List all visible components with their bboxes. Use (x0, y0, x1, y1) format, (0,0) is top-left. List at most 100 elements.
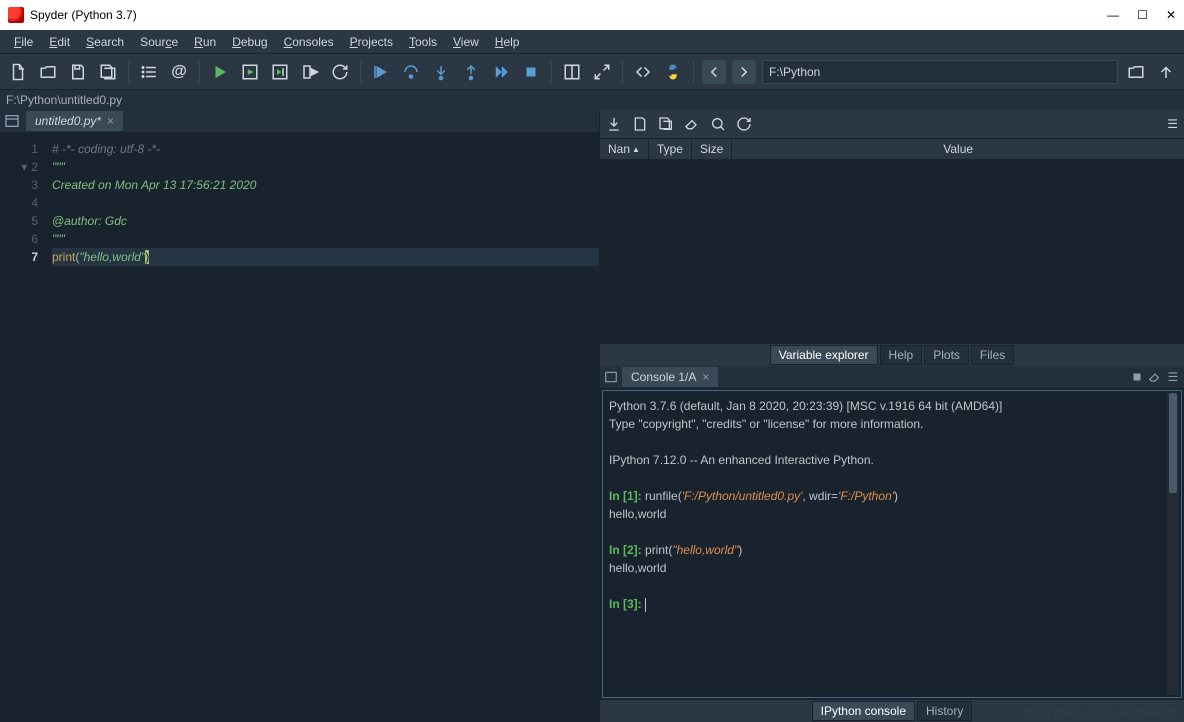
console-scrollbar[interactable] (1167, 393, 1179, 695)
menu-edit[interactable]: Edit (43, 33, 76, 51)
code-line: """ (52, 158, 599, 176)
open-file-icon[interactable] (36, 60, 60, 84)
tab-help[interactable]: Help (880, 345, 923, 365)
menu-view[interactable]: View (447, 33, 485, 51)
maximize-pane-icon[interactable] (590, 60, 614, 84)
stop-debug-icon[interactable] (519, 60, 543, 84)
run-cell-advance-icon[interactable] (268, 60, 292, 84)
col-type[interactable]: Type (649, 139, 692, 159)
menu-projects[interactable]: Projects (344, 33, 399, 51)
code-line: @author: Gdc (52, 212, 599, 230)
options-icon[interactable]: ☰ (1167, 117, 1178, 131)
stop-console-icon[interactable] (1130, 370, 1144, 384)
console-output: hello,world (609, 505, 1175, 523)
run-icon[interactable] (208, 60, 232, 84)
step-into-icon[interactable] (429, 60, 453, 84)
step-over-icon[interactable] (399, 60, 423, 84)
clear-console-icon[interactable] (1148, 370, 1162, 384)
code-line: Created on Mon Apr 13 17:56:21 2020 (52, 176, 599, 194)
code-line: # -*- coding: utf-8 -*- (52, 140, 599, 158)
line-number: ▾2 (0, 158, 38, 176)
scrollbar-thumb[interactable] (1169, 393, 1177, 493)
refresh-icon[interactable] (736, 116, 752, 132)
editor-tab[interactable]: untitled0.py* × (26, 111, 123, 131)
continue-icon[interactable] (489, 60, 513, 84)
col-value[interactable]: Value (732, 139, 1184, 159)
menu-consoles[interactable]: Consoles (278, 33, 340, 51)
run-selection-icon[interactable] (298, 60, 322, 84)
right-panes: ☰ Nan▲ Type Size Value Variable explorer… (600, 110, 1184, 722)
cell-icon[interactable]: @ (167, 60, 191, 84)
console-banner: IPython 7.12.0 -- An enhanced Interactiv… (609, 451, 1175, 469)
tab-plots[interactable]: Plots (924, 345, 969, 365)
breadcrumb-path[interactable]: F:\Python\untitled0.py (6, 93, 122, 107)
line-number: 4 (0, 194, 38, 212)
menu-help[interactable]: Help (489, 33, 526, 51)
window-controls: — ☐ ✕ (1107, 8, 1176, 22)
run-cell-icon[interactable] (238, 60, 262, 84)
console-banner: Python 3.7.6 (default, Jan 8 2020, 20:23… (609, 397, 1175, 415)
import-data-icon[interactable] (606, 116, 622, 132)
breadcrumb: F:\Python\untitled0.py (0, 90, 1184, 110)
console-tabbar: Console 1/A × ☰ (600, 366, 1184, 388)
title-bar: Spyder (Python 3.7) — ☐ ✕ (0, 0, 1184, 30)
console-line: In [1]: runfile('F:/Python/untitled0.py'… (609, 487, 1175, 505)
parent-dir-icon[interactable] (1154, 60, 1178, 84)
menu-source[interactable]: Source (134, 33, 184, 51)
app-icon (8, 7, 24, 23)
close-tab-icon[interactable]: × (107, 114, 114, 128)
python-path-icon[interactable] (661, 60, 685, 84)
tab-history[interactable]: History (917, 701, 972, 721)
debug-icon[interactable] (369, 60, 393, 84)
erase-icon[interactable] (684, 116, 700, 132)
preferences-icon[interactable] (631, 60, 655, 84)
col-name[interactable]: Nan▲ (600, 139, 649, 159)
menu-tools[interactable]: Tools (403, 33, 443, 51)
save-icon[interactable] (66, 60, 90, 84)
save-as-icon[interactable] (658, 116, 674, 132)
forward-icon[interactable] (732, 60, 756, 84)
search-icon[interactable] (710, 116, 726, 132)
line-number: 3 (0, 176, 38, 194)
tab-variable-explorer[interactable]: Variable explorer (770, 345, 878, 365)
editor-pane: untitled0.py* × 1 ▾2 3 4 5 6 7 # -*- cod… (0, 110, 600, 722)
main-toolbar: @ F:\Python (0, 54, 1184, 90)
console-options-icon[interactable]: ☰ (1166, 370, 1180, 384)
main-area: untitled0.py* × 1 ▾2 3 4 5 6 7 # -*- cod… (0, 110, 1184, 722)
window-title: Spyder (Python 3.7) (30, 8, 1107, 22)
minimize-button[interactable]: — (1107, 8, 1119, 22)
line-number-current: 7 (0, 248, 38, 266)
var-explorer-toolbar: ☰ (600, 110, 1184, 138)
console-output: hello,world (609, 559, 1175, 577)
console-browse-icon[interactable] (604, 370, 618, 384)
close-button[interactable]: ✕ (1166, 8, 1176, 22)
ipython-console[interactable]: Python 3.7.6 (default, Jan 8 2020, 20:23… (602, 390, 1182, 698)
list-icon[interactable] (137, 60, 161, 84)
layout-icon[interactable] (560, 60, 584, 84)
tab-files[interactable]: Files (971, 345, 1014, 365)
new-file-icon[interactable] (6, 60, 30, 84)
menu-run[interactable]: Run (188, 33, 222, 51)
working-dir-input[interactable]: F:\Python (762, 60, 1118, 84)
code-line: """ (52, 230, 599, 248)
right-top-tabs: Variable explorer Help Plots Files (600, 344, 1184, 366)
save-all-icon[interactable] (96, 60, 120, 84)
console-tab[interactable]: Console 1/A × (622, 367, 718, 387)
save-data-icon[interactable] (632, 116, 648, 132)
code-area[interactable]: # -*- coding: utf-8 -*- """ Created on M… (44, 132, 599, 722)
code-line (52, 194, 599, 212)
file-browse-icon[interactable] (4, 113, 20, 129)
console-tab-label: Console 1/A (631, 370, 696, 384)
browse-dir-icon[interactable] (1124, 60, 1148, 84)
menu-file[interactable]: File (8, 33, 39, 51)
maximize-button[interactable]: ☐ (1137, 8, 1148, 22)
close-console-icon[interactable]: × (702, 370, 709, 384)
menu-search[interactable]: Search (80, 33, 130, 51)
col-size[interactable]: Size (692, 139, 732, 159)
back-icon[interactable] (702, 60, 726, 84)
code-editor[interactable]: 1 ▾2 3 4 5 6 7 # -*- coding: utf-8 -*- "… (0, 132, 599, 722)
menu-debug[interactable]: Debug (226, 33, 273, 51)
rerun-icon[interactable] (328, 60, 352, 84)
step-out-icon[interactable] (459, 60, 483, 84)
tab-ipython-console[interactable]: IPython console (812, 701, 915, 721)
